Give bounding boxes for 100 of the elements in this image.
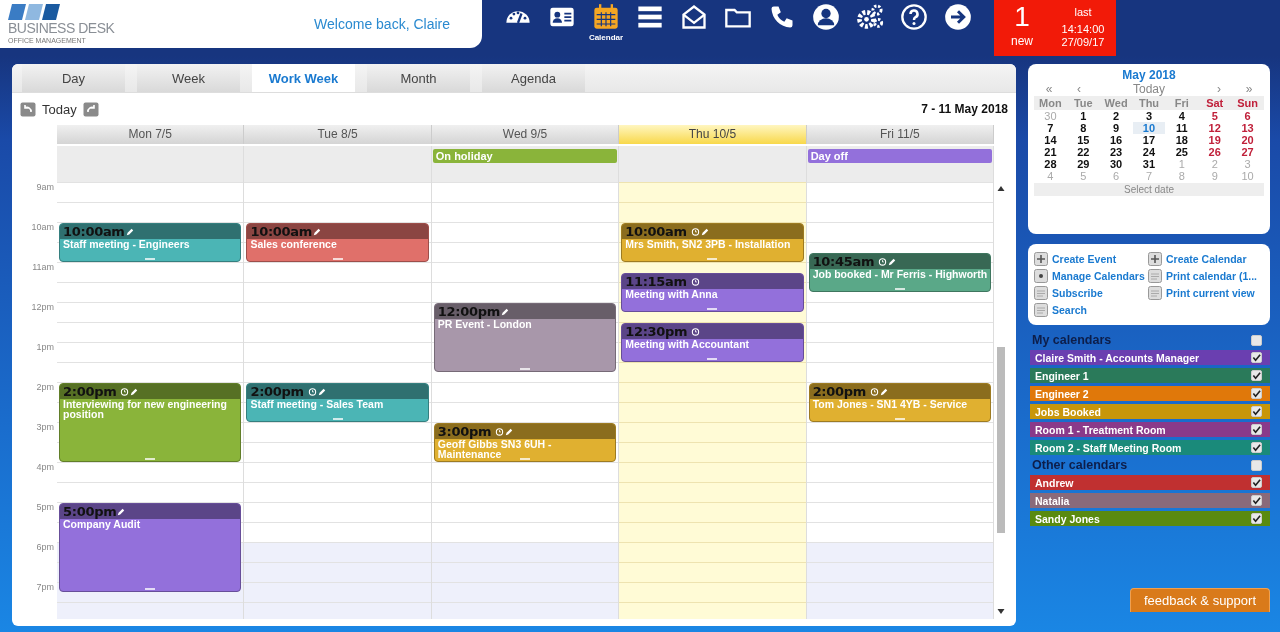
date-cell[interactable]: 5 bbox=[1198, 110, 1232, 122]
checkbox[interactable] bbox=[1251, 334, 1262, 346]
resize-handle[interactable] bbox=[520, 368, 530, 370]
date-cell[interactable]: 13 bbox=[1231, 122, 1264, 134]
event-card[interactable]: 2:00pm Staff meeting - Sales Team bbox=[246, 383, 429, 422]
date-cell[interactable]: 14 bbox=[1034, 134, 1067, 146]
resize-handle[interactable] bbox=[707, 258, 718, 260]
view-tab[interactable]: Month bbox=[367, 64, 470, 92]
date-cell[interactable]: 6 bbox=[1231, 110, 1264, 122]
calendar-nav-button[interactable]: » bbox=[1234, 82, 1264, 96]
checkbox[interactable] bbox=[1251, 406, 1262, 417]
date-cell[interactable]: 6 bbox=[1099, 170, 1133, 182]
event-card[interactable]: 10:00am Sales conference bbox=[246, 223, 429, 262]
view-tab[interactable]: Day bbox=[22, 64, 125, 92]
date-cell[interactable]: 28 bbox=[1034, 158, 1067, 170]
date-cell[interactable]: 8 bbox=[1066, 122, 1100, 134]
date-cell[interactable]: 5 bbox=[1066, 170, 1100, 182]
action-link[interactable]: Create Event bbox=[1034, 252, 1148, 266]
resize-handle[interactable] bbox=[145, 588, 156, 590]
date-cell[interactable]: 3 bbox=[1231, 158, 1264, 170]
date-cell[interactable]: 2 bbox=[1198, 158, 1232, 170]
checkbox[interactable] bbox=[1251, 495, 1262, 506]
action-link[interactable]: Print calendar (1... bbox=[1148, 269, 1264, 283]
calendar-item[interactable]: Sandy Jones bbox=[1030, 511, 1270, 526]
checkbox[interactable] bbox=[1251, 370, 1262, 381]
checkbox[interactable] bbox=[1251, 477, 1262, 488]
resize-handle[interactable] bbox=[145, 258, 156, 260]
checkbox[interactable] bbox=[1251, 442, 1262, 453]
event-card[interactable]: 12:00pm PR Event - London bbox=[433, 303, 617, 372]
event-card[interactable]: 3:00pm Geoff Gibbs SN3 6UH - Maintenance bbox=[433, 423, 617, 462]
calendar-item[interactable]: Room 2 - Staff Meeting Room bbox=[1030, 440, 1270, 455]
date-cell[interactable]: 18 bbox=[1165, 134, 1199, 146]
event-card[interactable]: 10:00am Staff meeting - Engineers bbox=[59, 223, 242, 262]
view-tab[interactable]: Agenda bbox=[482, 64, 585, 92]
date-cell[interactable]: 7 bbox=[1132, 170, 1166, 182]
action-link[interactable]: Search bbox=[1034, 303, 1148, 317]
next-button[interactable] bbox=[82, 101, 99, 117]
date-cell[interactable]: 8 bbox=[1165, 170, 1199, 182]
calendar-item[interactable]: Engineer 2 bbox=[1030, 386, 1270, 401]
calendar-item[interactable]: Engineer 1 bbox=[1030, 368, 1270, 383]
date-cell[interactable]: 27 bbox=[1231, 146, 1264, 158]
date-cell[interactable]: 19 bbox=[1198, 134, 1232, 146]
feedback-button[interactable]: feedback & support bbox=[1130, 588, 1270, 612]
date-cell[interactable]: 10 bbox=[1231, 170, 1264, 182]
date-cell[interactable]: 15 bbox=[1066, 134, 1100, 146]
calendar-item[interactable]: Room 1 - Treatment Room bbox=[1030, 422, 1270, 437]
date-cell[interactable]: 17 bbox=[1132, 134, 1166, 146]
calendar-item[interactable]: Andrew bbox=[1030, 475, 1270, 490]
date-cell[interactable]: 10 bbox=[1132, 122, 1166, 134]
date-cell[interactable]: 20 bbox=[1231, 134, 1264, 146]
date-cell[interactable]: 1 bbox=[1165, 158, 1199, 170]
all-day-event[interactable]: On holiday bbox=[432, 149, 618, 163]
action-link[interactable]: Create Calendar bbox=[1148, 252, 1264, 266]
resize-handle[interactable] bbox=[707, 308, 718, 310]
event-card[interactable]: 12:30pm Meeting with Accountant bbox=[621, 323, 804, 362]
calendar-item[interactable]: Claire Smith - Accounts Manager bbox=[1030, 350, 1270, 365]
date-cell[interactable]: 9 bbox=[1099, 122, 1133, 134]
date-cell[interactable]: 4 bbox=[1165, 110, 1199, 122]
date-cell[interactable]: 26 bbox=[1198, 146, 1232, 158]
date-cell[interactable]: 31 bbox=[1132, 158, 1166, 170]
date-cell[interactable]: 9 bbox=[1198, 170, 1232, 182]
resize-handle[interactable] bbox=[520, 458, 530, 460]
resize-handle[interactable] bbox=[707, 358, 718, 360]
calendar-item[interactable]: Natalia bbox=[1030, 493, 1270, 508]
checkbox[interactable] bbox=[1251, 459, 1262, 471]
resize-handle[interactable] bbox=[332, 258, 343, 260]
all-day-event[interactable]: Day off bbox=[807, 149, 993, 163]
resize-handle[interactable] bbox=[332, 418, 343, 420]
action-link[interactable]: Print current view bbox=[1148, 286, 1264, 300]
date-cell[interactable]: 24 bbox=[1132, 146, 1166, 158]
view-tab[interactable]: Week bbox=[137, 64, 240, 92]
event-card[interactable]: 10:45am Job booked - Mr Ferris - Highworth bbox=[808, 253, 992, 292]
date-cell[interactable]: 29 bbox=[1066, 158, 1100, 170]
resize-handle[interactable] bbox=[145, 458, 156, 460]
date-cell[interactable]: 16 bbox=[1099, 134, 1133, 146]
checkbox[interactable] bbox=[1251, 388, 1262, 399]
date-cell[interactable]: 21 bbox=[1034, 146, 1067, 158]
calendar-item[interactable]: Jobs Booked bbox=[1030, 404, 1270, 419]
view-tab[interactable]: Work Week bbox=[252, 64, 355, 92]
date-cell[interactable]: 30 bbox=[1099, 158, 1133, 170]
date-cell[interactable]: 30 bbox=[1034, 110, 1067, 122]
notification-panel[interactable]: 1 new last 14:14:00 27/09/17 bbox=[994, 0, 1116, 56]
event-card[interactable]: 10:00am Mrs Smith, SN2 3PB - Installation bbox=[621, 223, 804, 262]
date-cell[interactable]: 22 bbox=[1066, 146, 1100, 158]
date-cell[interactable]: 3 bbox=[1132, 110, 1166, 122]
date-cell[interactable]: 11 bbox=[1165, 122, 1199, 134]
nav-button[interactable]: Calendar bbox=[584, 0, 628, 50]
resize-handle[interactable] bbox=[894, 418, 905, 420]
checkbox[interactable] bbox=[1251, 424, 1262, 435]
event-card[interactable]: 11:15am Meeting with Anna bbox=[621, 273, 804, 312]
date-cell[interactable]: 23 bbox=[1099, 146, 1133, 158]
checkbox[interactable] bbox=[1251, 513, 1262, 524]
date-cell[interactable]: 2 bbox=[1099, 110, 1133, 122]
date-cell[interactable]: 7 bbox=[1034, 122, 1067, 134]
event-card[interactable]: 2:00pm Interviewing for new engineering position bbox=[59, 383, 242, 462]
calendar-nav-button[interactable]: › bbox=[1204, 82, 1234, 96]
today-button[interactable]: Today bbox=[40, 101, 79, 117]
date-cell[interactable]: 1 bbox=[1066, 110, 1100, 122]
previous-button[interactable] bbox=[20, 101, 36, 117]
resize-handle[interactable] bbox=[894, 288, 905, 290]
